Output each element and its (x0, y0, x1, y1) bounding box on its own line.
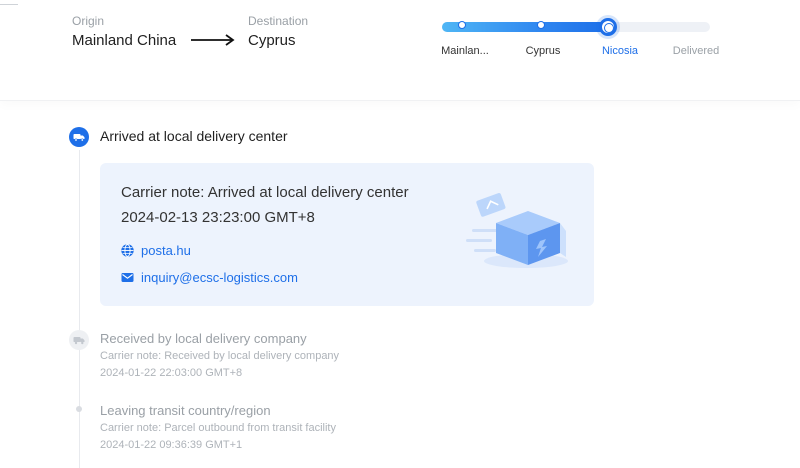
stage-dot-origin (458, 21, 466, 29)
truck-icon (69, 330, 89, 350)
truck-icon (69, 127, 89, 147)
destination-value: Cyprus (248, 32, 296, 49)
event-title-current: Arrived at local delivery center (100, 128, 288, 144)
timeline-dot (76, 406, 82, 412)
destination-label: Destination (248, 14, 309, 28)
event-note-leaving: Carrier note: Parcel outbound from trans… (100, 422, 336, 434)
stage-label-delivered: Delivered (672, 45, 720, 57)
stage-label-nicosia: Nicosia (601, 45, 639, 57)
origin-value: Mainland China (72, 32, 177, 49)
event-detail-card: Carrier note: Arrived at local delivery … (100, 163, 594, 306)
corner-fragment (0, 0, 18, 5)
envelope-icon (121, 273, 134, 282)
email-link-text[interactable]: inquiry@ecsc-logistics.com (141, 270, 298, 285)
stage-dot-current (599, 18, 617, 36)
route-arrow-icon (191, 34, 235, 46)
tracking-header: Origin Mainland China Destination Cyprus… (0, 0, 800, 101)
event-time-leaving: 2024-01-22 09:36:39 GMT+1 (100, 439, 243, 451)
origin-block: Origin Mainland China (72, 14, 176, 49)
event-title-received: Received by local delivery company (100, 331, 307, 346)
website-link-text[interactable]: posta.hu (141, 243, 191, 258)
globe-icon (121, 244, 134, 257)
stage-dot-cyprus (537, 21, 545, 29)
stage-label-cyprus: Cyprus (525, 45, 561, 57)
shipment-progress: Mainlan... Cyprus Nicosia Delivered (432, 14, 732, 64)
website-link[interactable]: posta.hu (121, 243, 191, 258)
event-title-leaving: Leaving transit country/region (100, 403, 271, 418)
timeline-line (79, 150, 80, 468)
carrier-note: Carrier note: Arrived at local delivery … (121, 184, 409, 201)
destination-block: Destination Cyprus (248, 14, 308, 49)
package-box-illustration (466, 193, 568, 268)
origin-label: Origin (72, 14, 105, 28)
progress-fill (442, 22, 609, 32)
event-note-received: Carrier note: Received by local delivery… (100, 350, 340, 362)
event-timestamp: 2024-02-13 23:23:00 GMT+8 (121, 209, 315, 226)
event-time-received: 2024-01-22 22:03:00 GMT+8 (100, 367, 243, 379)
stage-label-origin: Mainlan... (441, 45, 489, 57)
email-link[interactable]: inquiry@ecsc-logistics.com (121, 270, 298, 285)
